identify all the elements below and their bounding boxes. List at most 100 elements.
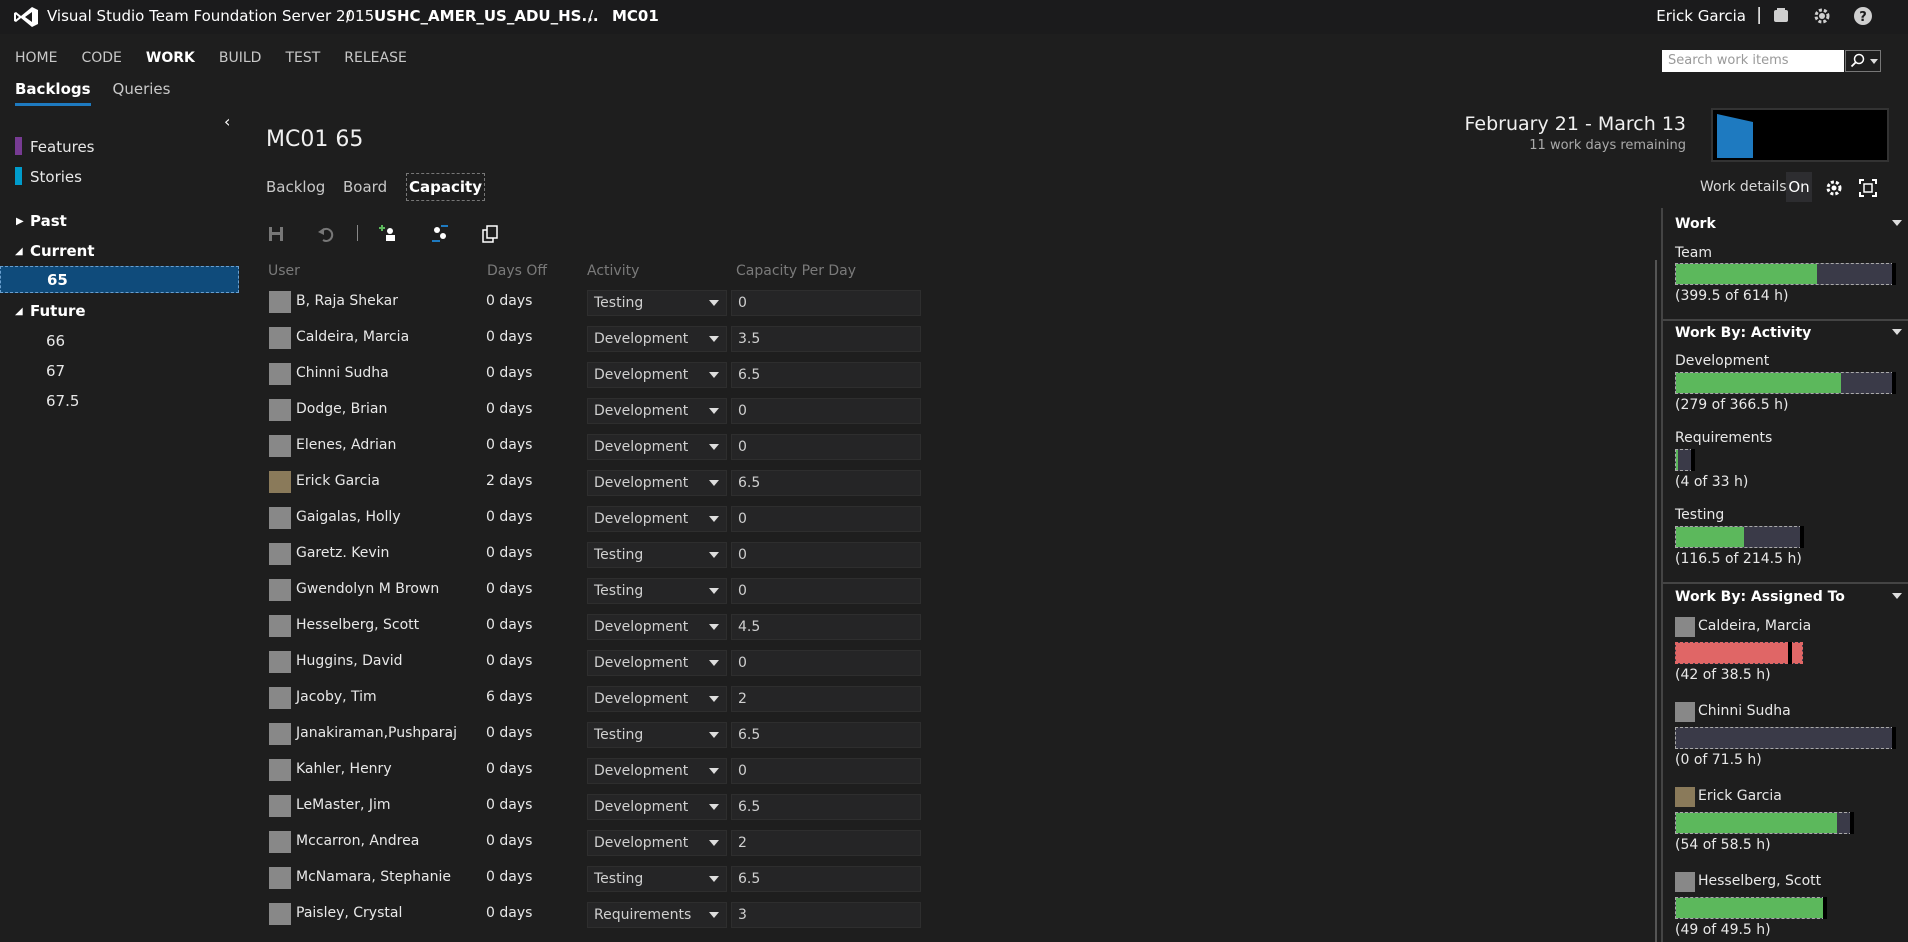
table-row[interactable]: Kahler, Henry 0 days Development 0 (266, 756, 926, 786)
activity-select[interactable]: Development (587, 398, 727, 424)
iteration-group-future[interactable]: Future (30, 302, 86, 320)
days-off-cell[interactable]: 0 days (486, 581, 532, 597)
capacity-per-day-input[interactable]: 2 (731, 686, 921, 712)
capacity-per-day-input[interactable]: 6.5 (731, 722, 921, 748)
hub-release[interactable]: RELEASE (344, 50, 407, 66)
fit-columns-icon[interactable] (480, 224, 500, 244)
table-row[interactable]: Gaigalas, Holly 0 days Development 0 (266, 504, 926, 534)
capacity-per-day-input[interactable]: 6.5 (731, 470, 921, 496)
visual-studio-logo-icon[interactable] (13, 6, 39, 28)
days-off-cell[interactable]: 0 days (486, 869, 532, 885)
capacity-per-day-input[interactable]: 0 (731, 506, 921, 532)
table-row[interactable]: Mccarron, Andrea 0 days Development 2 (266, 828, 926, 858)
capacity-per-day-input[interactable]: 0 (731, 650, 921, 676)
column-header-activity[interactable]: Activity (587, 263, 639, 279)
hub-test[interactable]: TEST (285, 50, 320, 66)
chevron-down-icon[interactable] (709, 588, 719, 594)
chevron-down-icon[interactable] (709, 444, 719, 450)
table-row[interactable]: LeMaster, Jim 0 days Development 6.5 (266, 792, 926, 822)
sidebar-item-sprint-67-5[interactable]: 67.5 (46, 392, 79, 410)
capacity-per-day-input[interactable]: 6.5 (731, 866, 921, 892)
capacity-per-day-input[interactable]: 0 (731, 434, 921, 460)
gear-icon[interactable] (1812, 6, 1832, 26)
backlog-stories[interactable]: Stories (30, 168, 82, 186)
work-details-toggle[interactable]: On (1786, 172, 1812, 202)
activity-select[interactable]: Development (587, 506, 727, 532)
table-row[interactable]: Janakiraman,Pushparaj 0 days Testing 6.5 (266, 720, 926, 750)
activity-select[interactable]: Requirements (587, 902, 727, 928)
chevron-down-icon[interactable] (709, 732, 719, 738)
table-row[interactable]: Chinni Sudha 0 days Development 6.5 (266, 360, 926, 390)
activity-select[interactable]: Development (587, 434, 727, 460)
chevron-down-icon[interactable] (709, 372, 719, 378)
hub-home[interactable]: HOME (15, 50, 57, 66)
capacity-per-day-input[interactable]: 0 (731, 578, 921, 604)
days-off-cell[interactable]: 0 days (486, 653, 532, 669)
activity-select[interactable]: Development (587, 326, 727, 352)
work-by-assigned-header[interactable]: Work By: Assigned To (1675, 589, 1845, 605)
capacity-per-day-input[interactable]: 3.5 (731, 326, 921, 352)
activity-select[interactable]: Testing (587, 578, 727, 604)
capacity-per-day-input[interactable]: 4.5 (731, 614, 921, 640)
chevron-down-icon[interactable] (709, 696, 719, 702)
days-off-cell[interactable]: 0 days (486, 509, 532, 525)
activity-select[interactable]: Development (587, 794, 727, 820)
user-name[interactable]: Erick Garcia (1656, 7, 1746, 25)
search-button[interactable] (1845, 50, 1881, 72)
table-row[interactable]: Hesselberg, Scott 0 days Development 4.5 (266, 612, 926, 642)
expand-triangle-icon[interactable]: ▶ (16, 216, 24, 227)
tab-board[interactable]: Board (343, 178, 387, 196)
iteration-group-past[interactable]: Past (30, 212, 67, 230)
days-off-cell[interactable]: 6 days (486, 689, 532, 705)
chevron-down-icon[interactable] (709, 624, 719, 630)
sidebar-item-sprint-65[interactable]: 65 (0, 266, 239, 293)
hub-build[interactable]: BUILD (219, 50, 262, 66)
activity-select[interactable]: Development (587, 686, 727, 712)
chevron-down-icon[interactable] (709, 804, 719, 810)
chevron-down-icon[interactable] (709, 768, 719, 774)
sidebar-item-sprint-66[interactable]: 66 (46, 332, 65, 350)
chevron-down-icon[interactable] (1892, 593, 1902, 599)
days-off-cell[interactable]: 0 days (486, 329, 532, 345)
table-row[interactable]: Garetz. Kevin 0 days Testing 0 (266, 540, 926, 570)
chevron-down-icon[interactable] (709, 840, 719, 846)
burndown-chart-thumbnail[interactable] (1711, 108, 1889, 162)
days-off-cell[interactable]: 2 days (486, 473, 532, 489)
days-off-cell[interactable]: 0 days (486, 797, 532, 813)
collapse-triangle-icon[interactable]: ◢ (15, 246, 23, 257)
flag-icon[interactable] (1771, 6, 1791, 26)
column-header-capacity-per-day[interactable]: Capacity Per Day (736, 263, 856, 279)
undo-icon[interactable] (316, 224, 336, 244)
table-row[interactable]: Gwendolyn M Brown 0 days Testing 0 (266, 576, 926, 606)
copy-capacity-icon[interactable] (430, 224, 450, 244)
chevron-down-icon[interactable] (709, 408, 719, 414)
days-off-cell[interactable]: 0 days (486, 833, 532, 849)
capacity-per-day-input[interactable]: 2 (731, 830, 921, 856)
chevron-down-icon[interactable] (709, 480, 719, 486)
table-row[interactable]: Jacoby, Tim 6 days Development 2 (266, 684, 926, 714)
days-off-cell[interactable]: 0 days (486, 905, 532, 921)
days-off-cell[interactable]: 0 days (486, 401, 532, 417)
breadcrumb-collection[interactable]: USHC_AMER_US_ADU_HS... (374, 7, 599, 25)
table-row[interactable]: B, Raja Shekar 0 days Testing 0 (266, 288, 926, 318)
capacity-per-day-input[interactable]: 0 (731, 758, 921, 784)
days-off-cell[interactable]: 0 days (486, 617, 532, 633)
tab-backlogs[interactable]: Backlogs (15, 80, 91, 106)
table-row[interactable]: Huggins, David 0 days Development 0 (266, 648, 926, 678)
table-row[interactable]: Erick Garcia 2 days Development 6.5 (266, 468, 926, 498)
days-off-cell[interactable]: 0 days (486, 545, 532, 561)
table-row[interactable]: McNamara, Stephanie 0 days Testing 6.5 (266, 864, 926, 894)
collapse-left-pane-icon[interactable]: ‹ (224, 112, 230, 131)
table-row[interactable]: Paisley, Crystal 0 days Requirements 3 (266, 900, 926, 930)
capacity-per-day-input[interactable]: 0 (731, 398, 921, 424)
chevron-down-icon[interactable] (709, 660, 719, 666)
chevron-down-icon[interactable] (709, 912, 719, 918)
chevron-down-icon[interactable] (709, 552, 719, 558)
column-header-days-off[interactable]: Days Off (487, 263, 547, 279)
capacity-per-day-input[interactable]: 3 (731, 902, 921, 928)
chevron-down-icon[interactable] (709, 516, 719, 522)
capacity-per-day-input[interactable]: 0 (731, 290, 921, 316)
chevron-down-icon[interactable] (709, 876, 719, 882)
activity-select[interactable]: Testing (587, 542, 727, 568)
activity-select[interactable]: Development (587, 470, 727, 496)
